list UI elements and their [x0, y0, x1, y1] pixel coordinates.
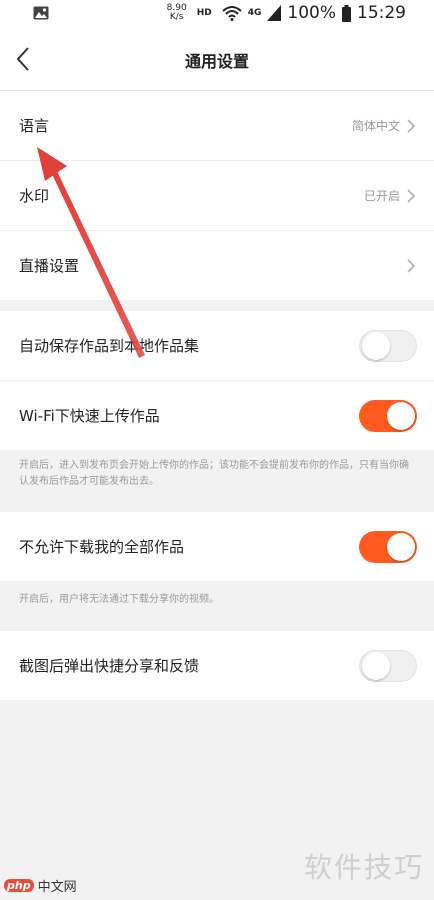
network-type: 4G [247, 8, 262, 18]
toggle-knob [387, 532, 415, 561]
toggle-knob [387, 401, 415, 430]
wifi-icon [222, 6, 242, 21]
page-header: 通用设置 [0, 28, 434, 91]
settings-group-screenshot: 截图后弹出快捷分享和反馈 [0, 631, 434, 700]
watermark-value: 已开启 [363, 189, 400, 203]
auto-save-row: 自动保存作品到本地作品集 [0, 311, 434, 381]
signal-icon [267, 5, 282, 21]
no-download-toggle[interactable] [359, 530, 417, 563]
screenshot-share-toggle[interactable] [359, 649, 417, 682]
no-download-row: 不允许下载我的全部作品 [0, 512, 434, 581]
chevron-right-icon [407, 119, 416, 133]
wifi-upload-label: Wi-Fi下快速上传作品 [19, 407, 160, 425]
wifi-upload-row: Wi-Fi下快速上传作品 [0, 381, 434, 450]
watermark-overlay: 软件技巧 [303, 851, 424, 884]
toggle-knob [362, 651, 390, 680]
watermark-row[interactable]: 水印 已开启 [0, 161, 434, 231]
site-logo: php 中文网 [4, 876, 77, 895]
page-title: 通用设置 [184, 52, 249, 71]
clock: 15:29 [357, 3, 406, 23]
settings-group-general: 语言 简体中文 水印 已开启 直播设置 [0, 91, 434, 300]
net-speed: 8.90 K/s [166, 3, 187, 22]
auto-save-label: 自动保存作品到本地作品集 [19, 337, 200, 355]
watermark-label: 水印 [19, 187, 50, 205]
language-row[interactable]: 语言 简体中文 [0, 91, 434, 161]
screenshot-share-row: 截图后弹出快捷分享和反馈 [0, 631, 434, 700]
settings-group-upload: 自动保存作品到本地作品集 Wi-Fi下快速上传作品 [0, 311, 434, 450]
hd-indicator: HD [196, 8, 212, 18]
live-settings-row[interactable]: 直播设置 [0, 231, 434, 300]
no-download-label: 不允许下载我的全部作品 [19, 538, 185, 556]
chevron-right-icon [407, 259, 416, 273]
gallery-notification-icon [33, 5, 49, 24]
screenshot-share-label: 截图后弹出快捷分享和反馈 [19, 657, 200, 675]
wifi-upload-note: 开启后，进入到发布页会开始上传你的作品；该功能不会提前发布你的作品，只有当你确认… [19, 460, 409, 487]
no-download-note: 开启后，用户将无法通过下载分享你的视频。 [19, 594, 219, 605]
status-bar: 8.90 K/s HD 4G 100% 15:29 [0, 0, 434, 28]
live-settings-label: 直播设置 [19, 257, 80, 275]
battery-icon [342, 4, 351, 22]
php-logo-badge: php [4, 879, 34, 892]
auto-save-toggle[interactable] [359, 329, 417, 362]
language-value: 简体中文 [351, 119, 400, 133]
site-logo-text: 中文网 [37, 880, 77, 895]
language-label: 语言 [19, 117, 50, 135]
toggle-knob [362, 331, 390, 360]
settings-group-download: 不允许下载我的全部作品 [0, 512, 434, 581]
battery-percent: 100% [287, 3, 336, 23]
wifi-upload-toggle[interactable] [359, 399, 417, 432]
chevron-right-icon [407, 189, 416, 203]
